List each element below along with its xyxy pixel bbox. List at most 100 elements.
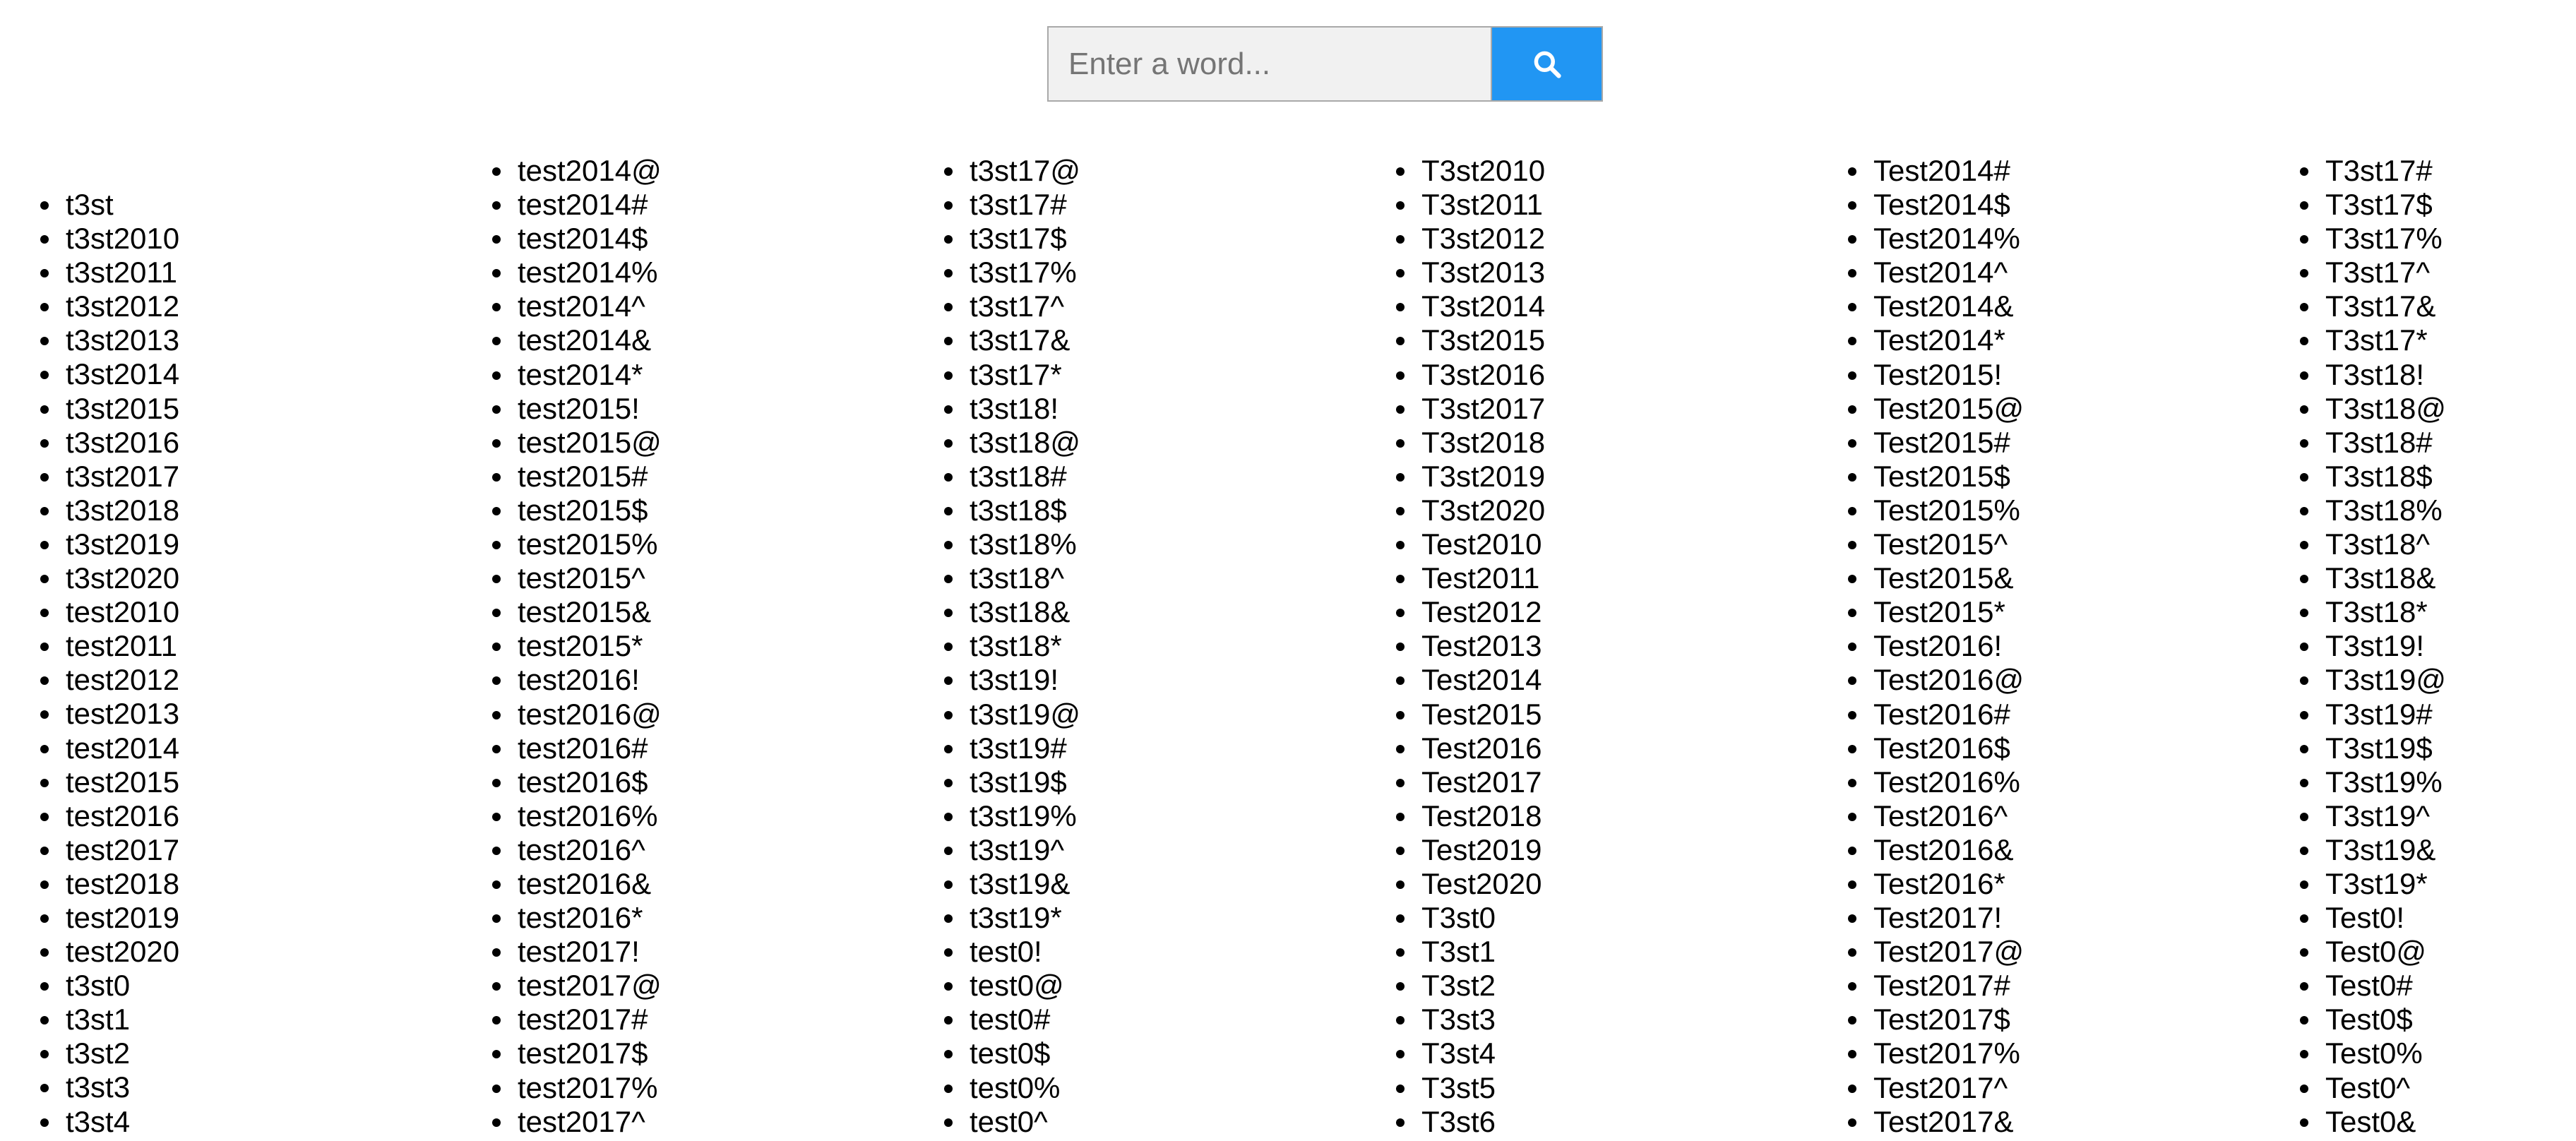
word-list-item: T3st18@ — [2300, 392, 2576, 426]
word-list-item: t3st19* — [944, 901, 1389, 935]
word-list-item: t3st18! — [944, 392, 1389, 426]
word-list-item: t3st2016 — [40, 426, 485, 460]
word-list-item: T3st17* — [2300, 323, 2576, 357]
word-list-item: test2019 — [40, 901, 485, 935]
word-list-item: t3st17* — [944, 358, 1389, 392]
search-button[interactable] — [1492, 26, 1603, 102]
word-list-item: test2016 — [40, 799, 485, 833]
word-list-item: T3st18& — [2300, 561, 2576, 595]
word-list-item: test2015^ — [492, 561, 937, 595]
word-list-item: Test2014$ — [1848, 188, 2293, 222]
word-list-item: t3st18^ — [944, 561, 1389, 595]
word-list-item: T3st19* — [2300, 867, 2576, 901]
word-list-item: test2014$ — [492, 222, 937, 256]
word-list-item: t3st2012 — [40, 289, 485, 323]
word-list-item: Test0% — [2300, 1037, 2576, 1070]
word-list-item: T3st19! — [2300, 629, 2576, 663]
word-list-item: Test2017^ — [1848, 1071, 2293, 1105]
word-list-item: Test2017$ — [1848, 1003, 2293, 1037]
word-list-item: T3st2 — [1396, 969, 1841, 1003]
word-list-item: Test2015$ — [1848, 460, 2293, 494]
word-list-item: t3st0 — [40, 969, 485, 1003]
word-list-item: test2017% — [492, 1071, 937, 1105]
word-list-column-2: test2014@ test2014# test2014$ test2014% test… — [492, 154, 937, 1139]
word-list-item: T3st0 — [1396, 901, 1841, 935]
word-list-item: Test0! — [2300, 901, 2576, 935]
word-list-item: test2017! — [492, 935, 937, 969]
word-list-item: test2017# — [492, 1003, 937, 1037]
word-list-item: T3st18$ — [2300, 460, 2576, 494]
word-list-item: test2018 — [40, 867, 485, 901]
word-list-item: t3st2020 — [40, 561, 485, 595]
word-list-item: Test2016! — [1848, 629, 2293, 663]
word-list-item: test2016% — [492, 799, 937, 833]
word-list-item: Test2017 — [1396, 765, 1841, 799]
word-list-item: t3st2 — [40, 1037, 485, 1070]
word-list-item: Test2017% — [1848, 1037, 2293, 1070]
word-list-item: test2014% — [492, 256, 937, 289]
word-list-item: T3st2017 — [1396, 392, 1841, 426]
word-list-item: test2013 — [40, 697, 485, 731]
word-list-item: t3st19@ — [944, 698, 1389, 731]
word-list-item: T3st18! — [2300, 358, 2576, 392]
word-list-item: T3st17^ — [2300, 256, 2576, 289]
word-list-item: Test2019 — [1396, 833, 1841, 867]
word-list-item: t3st19! — [944, 663, 1389, 697]
word-list-item: Test2015# — [1848, 426, 2293, 460]
word-list-item: T3st2014 — [1396, 289, 1841, 323]
word-list-item: test0^ — [944, 1105, 1389, 1139]
word-list-item: t3st18% — [944, 527, 1389, 561]
word-list-item: t3st2015 — [40, 392, 485, 426]
word-list-item: t3st2014 — [40, 357, 485, 391]
word-list-item: t3st17@ — [944, 154, 1389, 188]
word-list-item: T3st17% — [2300, 222, 2576, 256]
word-list-column-1: t3st t3st2010 t3st2011 t3st2012 t3st2013 t3st… — [40, 188, 485, 1139]
word-list-item: Test2016* — [1848, 867, 2293, 901]
word-list-column-3: t3st17@ t3st17# t3st17$ t3st17% t3st17^ t3st1… — [944, 154, 1389, 1139]
word-list-item: test2016! — [492, 663, 937, 697]
word-list-item: t3st2010 — [40, 222, 485, 256]
word-list-item: test2015! — [492, 392, 937, 426]
word-list-item: t3st18@ — [944, 426, 1389, 460]
word-list-item: test2014 — [40, 731, 485, 765]
word-list-item: test2015@ — [492, 426, 937, 460]
word-list-item: test2014^ — [492, 289, 937, 323]
word-list-item: Test2020 — [1396, 867, 1841, 901]
word-list-item: Test2016& — [1848, 833, 2293, 867]
word-list-item: T3st19@ — [2300, 663, 2576, 697]
word-list-item: test2015* — [492, 629, 937, 663]
word-list-item: test2014* — [492, 358, 937, 392]
word-list-item: t3st1 — [40, 1003, 485, 1037]
word-list-item: Test2017@ — [1848, 935, 2293, 969]
word-list-item: Test2014^ — [1848, 256, 2293, 289]
word-list-item: T3st18* — [2300, 595, 2576, 629]
word-list-item: t3st19# — [944, 731, 1389, 765]
word-list-item: Test2015 — [1396, 698, 1841, 731]
word-list-item: test2017$ — [492, 1037, 937, 1070]
word-list-item: T3st2012 — [1396, 222, 1841, 256]
word-list-item: Test2015@ — [1848, 392, 2293, 426]
word-list-item: T3st18^ — [2300, 527, 2576, 561]
word-list-column-4: T3st2010 T3st2011 T3st2012 T3st2013 T3st2014… — [1396, 154, 1841, 1139]
word-list-item: T3st5 — [1396, 1071, 1841, 1105]
word-list-item: T3st18# — [2300, 426, 2576, 460]
word-list-item: T3st19& — [2300, 833, 2576, 867]
word-list-item: test2017 — [40, 833, 485, 867]
word-list-item: test2016$ — [492, 765, 937, 799]
word-list-item: test2016& — [492, 867, 937, 901]
word-list-item: Test2014% — [1848, 222, 2293, 256]
search-input[interactable] — [1047, 26, 1492, 102]
word-list-item: test2014@ — [492, 154, 937, 188]
word-list-item: t3st18* — [944, 629, 1389, 663]
word-list-item: test0@ — [944, 969, 1389, 1003]
word-list-item: t3st2019 — [40, 527, 485, 561]
word-list-item: T3st2020 — [1396, 494, 1841, 527]
word-list-item: Test2015% — [1848, 494, 2293, 527]
word-list-item: Test2013 — [1396, 629, 1841, 663]
word-list-item: t3st2018 — [40, 494, 485, 527]
word-list-item: Test2011 — [1396, 561, 1841, 595]
word-list-item: Test2014 — [1396, 663, 1841, 697]
word-list-item: test2015% — [492, 527, 937, 561]
word-list-item: Test2017& — [1848, 1105, 2293, 1139]
word-list-item: T3st19% — [2300, 765, 2576, 799]
